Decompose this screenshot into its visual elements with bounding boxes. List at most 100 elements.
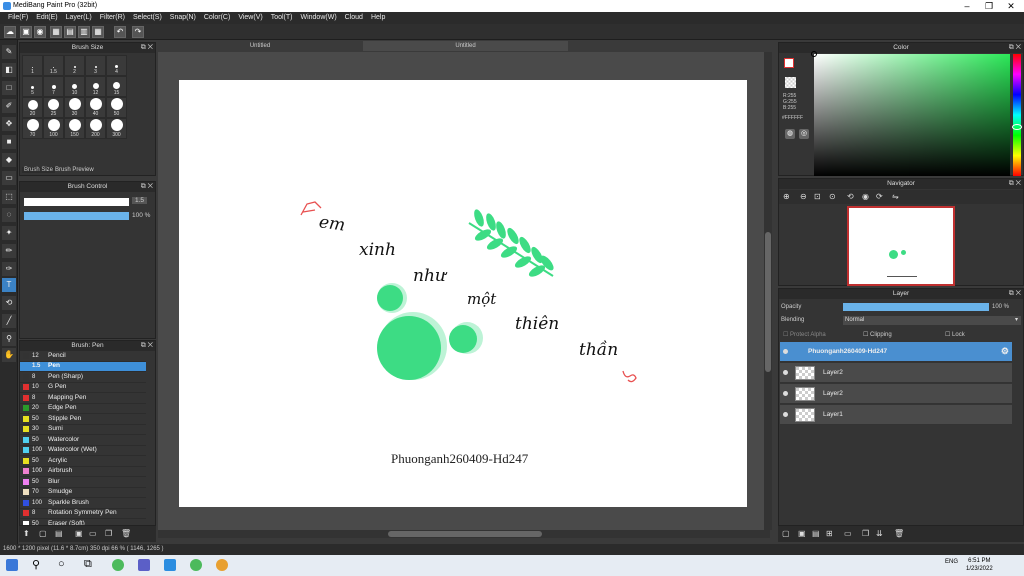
brush-size-cell[interactable]: 150 (64, 118, 85, 139)
visibility-icon[interactable] (783, 370, 788, 375)
brush-list-item[interactable]: 8 Rotation Symmetry Pen (20, 509, 146, 519)
new-layer-icon[interactable]: ▢ (782, 529, 790, 538)
folder-icon[interactable]: ▭ (89, 529, 97, 538)
brush-size-cell[interactable]: 5 (22, 76, 43, 97)
blending-select[interactable]: Normal ▾ (843, 316, 1021, 325)
brush-size-cell[interactable]: 3 (85, 55, 106, 76)
brush-size-cell[interactable]: 4 (106, 55, 127, 76)
palette-add-icon[interactable]: ◎ (799, 129, 809, 139)
comment-icon[interactable]: ◉ (34, 26, 46, 38)
brush-size-cell[interactable]: 200 (85, 118, 106, 139)
clock[interactable]: 6:51 PM 1/23/2022 (966, 557, 993, 573)
menu-layer[interactable]: Layer(L) (62, 12, 96, 24)
brush-size-cell[interactable]: 1.5 (43, 55, 64, 76)
move-tool-icon[interactable]: ✥ (2, 117, 16, 131)
layout-icon[interactable]: ▦ (92, 26, 104, 38)
maximize-button[interactable]: ❐ (978, 0, 1000, 12)
brush-size-cell[interactable]: 20 (22, 97, 43, 118)
brush-size-slider[interactable] (24, 198, 129, 206)
brush-size-value[interactable]: 1.5 (132, 197, 148, 204)
minimize-button[interactable]: – (956, 0, 978, 12)
trash-icon[interactable]: 🗑 (121, 529, 131, 538)
brush-list-item[interactable]: 30 Sumi (20, 425, 146, 435)
duplicate-icon[interactable]: ❐ (105, 529, 112, 538)
menu-cloud[interactable]: Cloud (341, 12, 367, 24)
rotate-right-icon[interactable]: ⟳ (876, 192, 883, 201)
panel-close-icon[interactable]: ⧉ ✕ (1009, 289, 1021, 299)
add-layer-menu-icon[interactable]: ⊞ (826, 529, 833, 538)
brush-list-item[interactable]: 50 Watercolor (20, 435, 146, 446)
text-tool-icon[interactable]: T (2, 278, 16, 292)
pen-tool-icon[interactable]: ✎ (2, 45, 16, 59)
brush-size-cell[interactable]: 300 (106, 118, 127, 139)
shape-tool-icon[interactable]: □ (2, 81, 16, 95)
search-icon[interactable]: ⚲ (32, 558, 40, 571)
task-view-icon[interactable]: ○ (58, 558, 65, 570)
clipping-checkbox[interactable]: ☐ Clipping (863, 331, 892, 338)
eraser-tool-icon[interactable]: ◧ (2, 63, 16, 77)
layer-settings-gear-icon[interactable]: ⚙ (1001, 346, 1009, 357)
medibang-taskbar-icon[interactable] (216, 559, 228, 571)
brush-list-item[interactable]: 1.5 Pen (20, 361, 146, 372)
panel-close-icon[interactable]: ⧉ ✕ (141, 182, 153, 192)
brush-list-item[interactable]: 50 Stipple Pen (20, 414, 146, 425)
up-arrow-icon[interactable]: ⬆ (23, 529, 30, 538)
copy-brush-icon[interactable]: ▣ (75, 529, 83, 538)
folder-icon[interactable]: ▭ (844, 529, 852, 538)
brush-list-item[interactable]: 70 Smudge (20, 488, 146, 498)
select-pen-icon[interactable]: ✏ (2, 244, 16, 258)
visibility-icon[interactable] (783, 391, 788, 396)
operation-tool-icon[interactable]: ⟲ (2, 296, 16, 310)
brush-list-item[interactable]: 20 Edge Pen (20, 404, 146, 414)
brush-list-item[interactable]: 8 Pen (Sharp) (20, 372, 146, 383)
brush-list-item[interactable]: 50 Acrylic (20, 456, 146, 467)
layer-row[interactable]: Layer2 (780, 384, 1012, 404)
brush-size-cell[interactable]: 50 (106, 97, 127, 118)
gradient-tool-icon[interactable]: ▭ (2, 171, 16, 185)
brush-size-cell[interactable]: 30 (64, 97, 85, 118)
tab-brush-size[interactable]: Brush Size (22, 167, 56, 173)
layer-row[interactable]: Layer1 (780, 405, 1012, 425)
menu-view[interactable]: View(V) (234, 12, 266, 24)
protect-alpha-checkbox[interactable]: ☐ Protect Alpha (783, 331, 826, 338)
duplicate-layer-icon[interactable]: ❐ (862, 529, 869, 538)
select-tool-icon[interactable]: ⬚ (2, 190, 16, 204)
magic-wand-icon[interactable]: ✦ (2, 226, 16, 240)
close-button[interactable]: ✕ (1000, 0, 1022, 12)
browser-icon[interactable] (190, 559, 202, 571)
fill-rect-icon[interactable]: ■ (2, 135, 16, 149)
visibility-icon[interactable] (783, 412, 788, 417)
foreground-color-swatch[interactable] (784, 58, 794, 68)
panel-close-icon[interactable]: ⧉ ✕ (141, 43, 153, 53)
menu-window[interactable]: Window(W) (296, 12, 340, 24)
tab-untitled-2[interactable]: Untitled (363, 41, 568, 51)
hue-slider[interactable] (1012, 54, 1022, 176)
windows-start-icon[interactable] (6, 559, 18, 571)
actual-size-icon[interactable]: ⊙ (829, 192, 836, 201)
lock-checkbox[interactable]: ☐ Lock (945, 331, 965, 338)
zoom-in-icon[interactable]: ⊕ (783, 192, 790, 201)
menu-snap[interactable]: Snap(N) (166, 12, 200, 24)
menu-file[interactable]: File(F) (4, 12, 32, 24)
brush-list-item[interactable]: 12 Pencil (20, 351, 146, 362)
brush-size-cell[interactable]: 25 (43, 97, 64, 118)
bucket-tool-icon[interactable]: ◆ (2, 153, 16, 167)
fit-icon[interactable]: ⊡ (814, 192, 821, 201)
brush-list-item[interactable]: 10 G Pen (20, 383, 146, 393)
vertical-scrollbar[interactable] (764, 52, 772, 530)
panel-close-icon[interactable]: ⧉ ✕ (141, 341, 153, 351)
brush-list-item[interactable]: 100 Sparkle Brush (20, 498, 146, 509)
new-brush-icon[interactable]: ▢ (39, 529, 47, 538)
flip-icon[interactable]: ⇋ (892, 192, 899, 201)
menu-tool[interactable]: Tool(T) (267, 12, 297, 24)
brush-size-cell[interactable]: 100 (43, 118, 64, 139)
layer-opacity-slider[interactable] (843, 303, 989, 311)
grid-icon[interactable]: ▦ (50, 26, 62, 38)
merge-down-icon[interactable]: ⇊ (876, 529, 883, 538)
brush-size-cell[interactable]: 15 (106, 76, 127, 97)
panel-icon[interactable]: ▥ (78, 26, 90, 38)
menu-filter[interactable]: Filter(R) (96, 12, 129, 24)
chrome-icon[interactable] (112, 559, 124, 571)
zalo-icon[interactable] (164, 559, 176, 571)
tab-brush-preview[interactable]: Brush Preview (53, 167, 96, 173)
